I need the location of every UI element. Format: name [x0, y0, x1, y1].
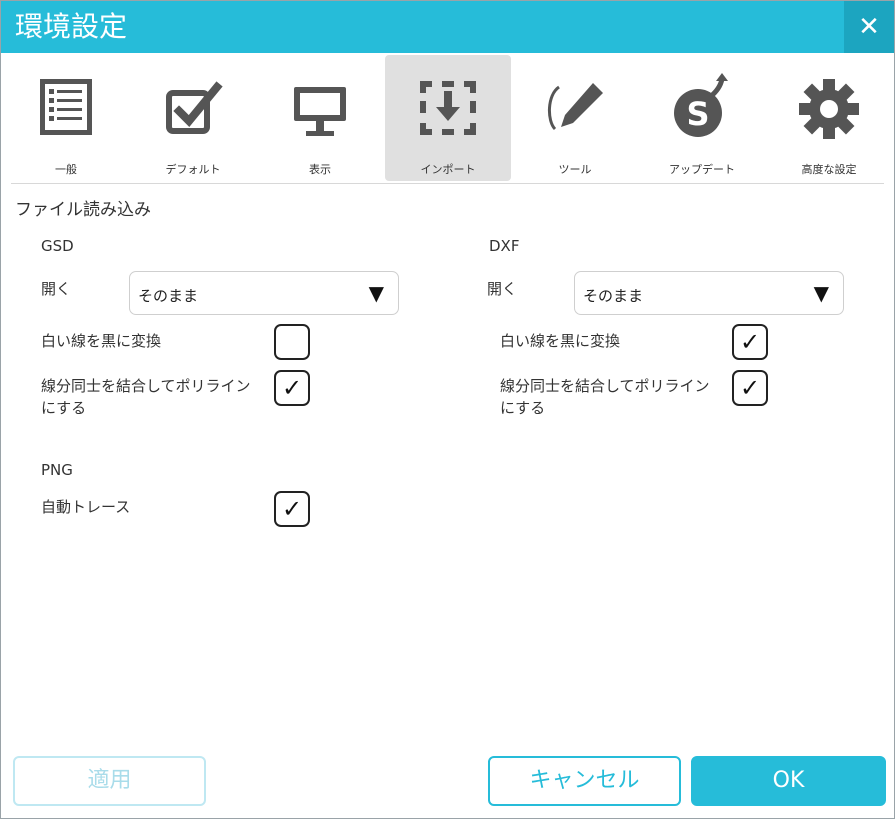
gsd-open-label: 開く	[41, 280, 72, 298]
tab-default[interactable]: デフォルト	[130, 55, 256, 181]
check-icon: ✓	[739, 328, 761, 356]
dxf-open-label: 開く	[487, 280, 518, 298]
close-icon: ✕	[858, 12, 880, 42]
checkbox-icon	[166, 81, 223, 134]
gsd-white-checkbox[interactable]	[274, 324, 310, 360]
tab-tools-label: ツール	[558, 163, 592, 176]
tab-default-label: デフォルト	[165, 163, 221, 176]
dxf-heading: DXF	[489, 237, 520, 255]
cancel-button[interactable]: キャンセル	[488, 756, 681, 806]
tab-update-label: アップデート	[669, 163, 735, 176]
check-icon: ✓	[739, 374, 761, 402]
tab-advanced[interactable]: 高度な設定	[766, 55, 892, 181]
png-trace-label: 自動トレース	[41, 498, 131, 516]
gsd-open-value: そのまま	[138, 287, 199, 305]
window-title: 環境設定	[15, 10, 128, 43]
ok-button[interactable]: OK	[691, 756, 886, 806]
close-button[interactable]: ✕	[844, 1, 894, 53]
toolbar-divider	[11, 183, 884, 184]
tab-tools[interactable]: ツール	[512, 55, 638, 181]
check-icon: ✓	[281, 374, 303, 402]
gsd-join-label-line2: にする	[41, 399, 87, 417]
dxf-join-label-line1: 線分同士を結合してポリライン	[500, 377, 710, 395]
import-icon	[420, 81, 476, 135]
tab-import-label: インポート	[420, 163, 476, 176]
monitor-icon	[294, 87, 346, 136]
check-icon	[276, 326, 308, 358]
chevron-down-icon: ▼	[368, 281, 384, 305]
dxf-join-checkbox[interactable]: ✓	[732, 370, 768, 406]
dxf-white-checkbox[interactable]: ✓	[732, 324, 768, 360]
png-trace-checkbox[interactable]: ✓	[274, 491, 310, 527]
gsd-join-label-line1: 線分同士を結合してポリライン	[41, 377, 251, 395]
dxf-open-value: そのまま	[583, 287, 644, 305]
tab-general-label: 一般	[55, 163, 77, 176]
section-title: ファイル読み込み	[15, 200, 151, 220]
dxf-open-select[interactable]: そのまま ▼	[574, 271, 844, 315]
gsd-white-label: 白い線を黒に変換	[41, 332, 162, 350]
tab-general[interactable]: 一般	[3, 55, 129, 181]
preferences-window: 環境設定 ✕ 一般 デフォルト 表示 インポート ツール S アップデート 高度…	[0, 0, 895, 819]
dxf-join-label-line2: にする	[500, 399, 546, 417]
tab-advanced-label: 高度な設定	[801, 163, 857, 176]
dxf-white-label: 白い線を黒に変換	[500, 332, 621, 350]
title-bar: 環境設定 ✕	[1, 1, 894, 53]
tab-display-label: 表示	[309, 163, 331, 176]
settings-toolbar: 一般 デフォルト 表示 インポート ツール S アップデート 高度な設定	[1, 53, 894, 183]
update-icon: S	[674, 73, 728, 137]
tab-import[interactable]: インポート	[385, 55, 511, 181]
png-heading: PNG	[41, 461, 73, 479]
check-icon: ✓	[281, 495, 303, 523]
gsd-heading: GSD	[41, 237, 74, 255]
tab-update[interactable]: S アップデート	[639, 55, 765, 181]
pen-tool-icon	[548, 83, 603, 131]
gear-icon	[799, 79, 859, 139]
tab-display[interactable]: 表示	[257, 55, 383, 181]
svg-text:S: S	[686, 95, 709, 133]
apply-button[interactable]: 適用	[13, 756, 206, 806]
list-document-icon	[40, 79, 92, 135]
gsd-join-checkbox[interactable]: ✓	[274, 370, 310, 406]
chevron-down-icon: ▼	[813, 281, 829, 305]
gsd-open-select[interactable]: そのまま ▼	[129, 271, 399, 315]
